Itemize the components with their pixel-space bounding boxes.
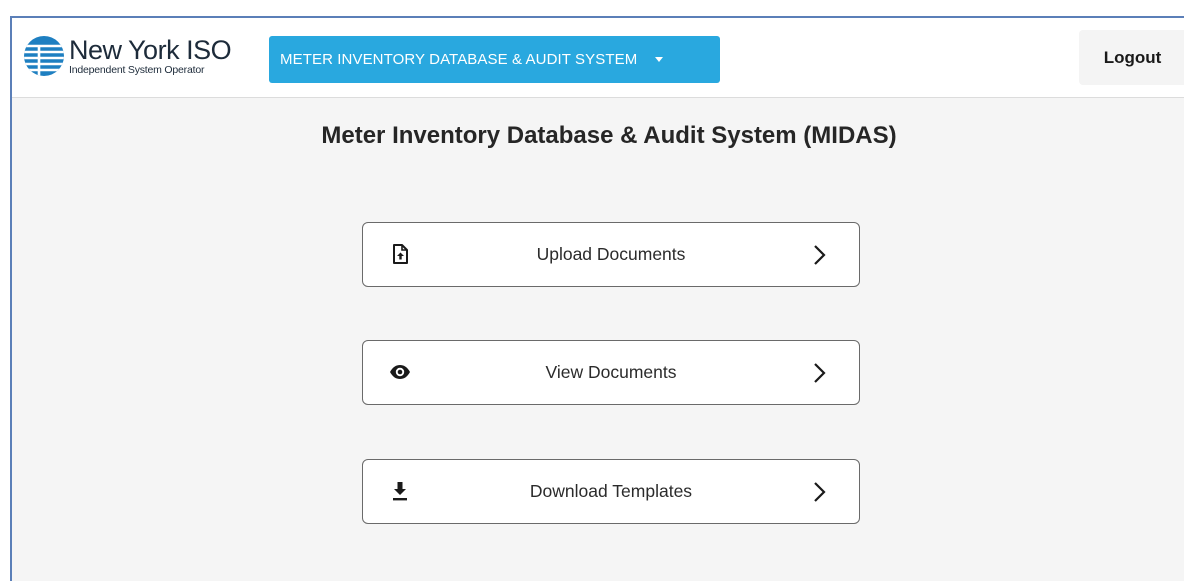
logout-button[interactable]: Logout: [1079, 30, 1184, 85]
upload-documents-button[interactable]: Upload Documents: [362, 222, 860, 287]
logo-name: New York ISO: [69, 34, 232, 65]
app-menu-label: METER INVENTORY DATABASE & AUDIT SYSTEM: [280, 51, 638, 68]
upload-documents-label: Upload Documents: [536, 244, 686, 264]
view-documents-label: View Documents: [545, 362, 677, 382]
chevron-right-icon: [814, 363, 826, 383]
app-menu-dropdown[interactable]: METER INVENTORY DATABASE & AUDIT SYSTEM: [269, 36, 720, 83]
nyiso-logo[interactable]: New York ISO Independent System Operator: [22, 34, 232, 78]
logout-label: Logout: [1103, 47, 1162, 67]
chevron-right-icon: [814, 482, 826, 502]
app-window: New York ISO Independent System Operator…: [10, 16, 1184, 581]
logo-subtitle: Independent System Operator: [69, 63, 205, 76]
download-templates-button[interactable]: Download Templates: [362, 459, 860, 524]
top-navigation-bar: New York ISO Independent System Operator…: [12, 18, 1184, 98]
page-title: Meter Inventory Database & Audit System …: [321, 122, 897, 149]
download-templates-label: Download Templates: [529, 481, 693, 501]
chevron-right-icon: [814, 245, 826, 265]
view-documents-button[interactable]: View Documents: [362, 340, 860, 405]
caret-down-icon: [655, 57, 664, 62]
nyiso-globe-icon: [24, 36, 64, 76]
